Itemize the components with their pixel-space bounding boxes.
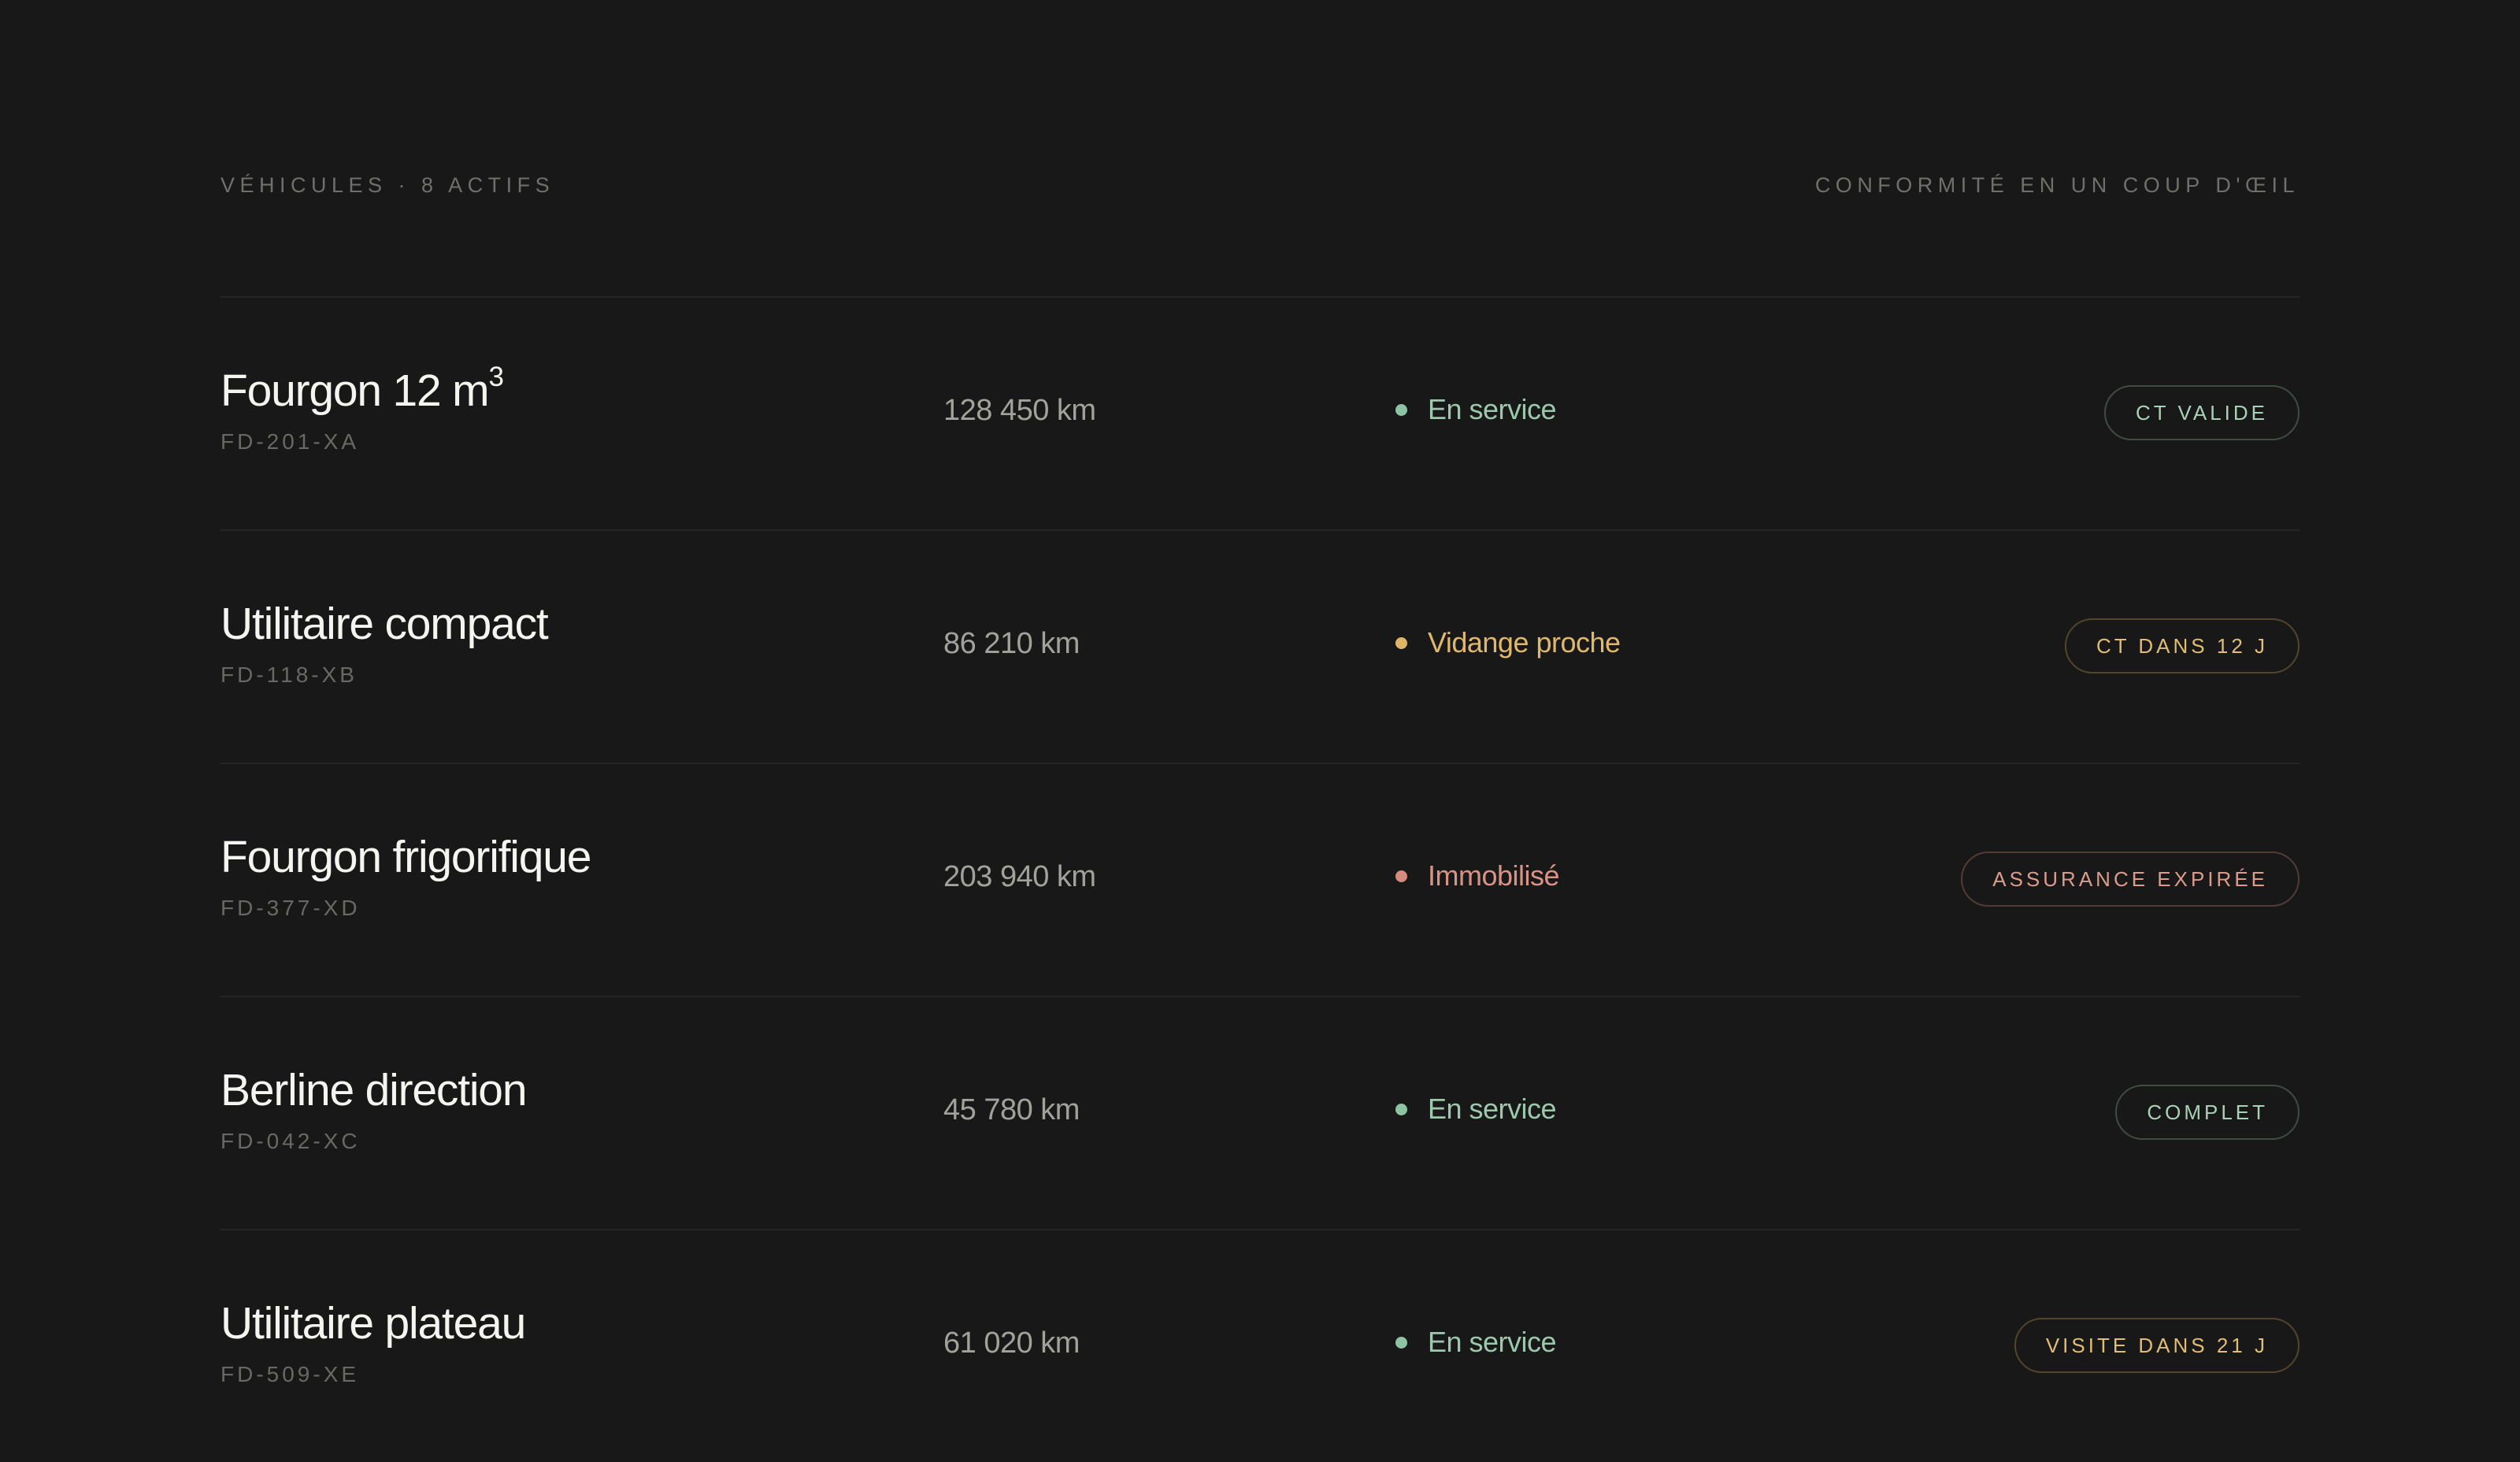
vehicle-row[interactable]: Fourgon frigorifique FD-377-XD 203 940 k… [220, 763, 2300, 996]
vehicle-identity: Fourgon frigorifique FD-377-XD [220, 835, 591, 919]
vehicle-status: En service [1395, 1326, 1557, 1358]
status-dot-icon [1395, 636, 1407, 649]
status-text: Immobilisé [1428, 859, 1560, 892]
mileage: 45 780 km [943, 1093, 1080, 1126]
vehicle-row[interactable]: Utilitaire compact FD-118-XB 86 210 km V… [220, 529, 2300, 763]
license-plate: FD-509-XE [220, 1362, 360, 1386]
license-plate: FD-042-XC [220, 1129, 361, 1153]
vehicle-identity: Utilitaire compact FD-118-XB [220, 599, 549, 687]
mileage: 128 450 km [943, 394, 1096, 427]
vehicle-row[interactable]: Utilitaire plateau FD-509-XE 61 020 km E… [220, 1229, 2300, 1462]
compliance-badge[interactable]: Assurance expirée [1961, 852, 2300, 907]
list-header: Véhicules · 8 actifs Conformité en un co… [220, 172, 2300, 199]
compliance-badge[interactable]: CT valide [2104, 385, 2300, 440]
vehicle-count-label: Véhicules · 8 actifs [220, 173, 555, 197]
compliance-badge[interactable]: Complet [2115, 1085, 2300, 1140]
status-dot-icon [1395, 1336, 1407, 1349]
vehicle-list: Fourgon 12 m3 FD-201-XA 128 450 km En se… [220, 296, 2300, 1462]
status-text: Vidange proche [1428, 626, 1621, 659]
status-dot-icon [1395, 1103, 1407, 1115]
compliance-badge[interactable]: Visite dans 21 j [2014, 1318, 2300, 1373]
status-dot-icon [1395, 403, 1407, 416]
status-text: En service [1428, 1093, 1557, 1125]
compliance-overview-label: Conformité en un coup d'œil [1814, 173, 2300, 197]
vehicle-name: Berline direction [220, 1065, 528, 1115]
vehicle-status: En service [1395, 393, 1557, 425]
vehicle-identity: Utilitaire plateau FD-509-XE [220, 1298, 526, 1386]
vehicle-name: Utilitaire compact [220, 599, 549, 649]
status-text: En service [1428, 1326, 1557, 1358]
vehicle-identity: Berline direction FD-042-XC [220, 1065, 528, 1153]
status-dot-icon [1395, 870, 1407, 882]
vehicle-status: Vidange proche [1395, 629, 1621, 657]
status-text: En service [1428, 393, 1557, 425]
vehicle-name: Fourgon 12 m3 [220, 362, 504, 416]
mileage: 203 940 km [943, 860, 1096, 893]
vehicle-status: Immobilisé [1395, 859, 1560, 892]
license-plate: FD-201-XA [220, 429, 360, 454]
vehicle-name: Fourgon frigorifique [220, 832, 591, 882]
vehicle-status: En service [1395, 1093, 1557, 1125]
vehicle-row[interactable]: Fourgon 12 m3 FD-201-XA 128 450 km En se… [220, 296, 2300, 529]
license-plate: FD-377-XD [220, 896, 361, 920]
mileage: 61 020 km [943, 1327, 1080, 1360]
vehicle-identity: Fourgon 12 m3 FD-201-XA [220, 362, 504, 454]
license-plate: FD-118-XB [220, 662, 358, 687]
compliance-badge[interactable]: CT dans 12 j [2064, 618, 2300, 673]
fleet-compliance-page: Véhicules · 8 actifs Conformité en un co… [220, 0, 2300, 1418]
mileage: 86 210 km [943, 627, 1080, 660]
vehicle-row[interactable]: Berline direction FD-042-XC 45 780 km En… [220, 996, 2300, 1229]
vehicle-name-superscript: 3 [488, 362, 503, 392]
vehicle-name: Utilitaire plateau [220, 1298, 526, 1349]
